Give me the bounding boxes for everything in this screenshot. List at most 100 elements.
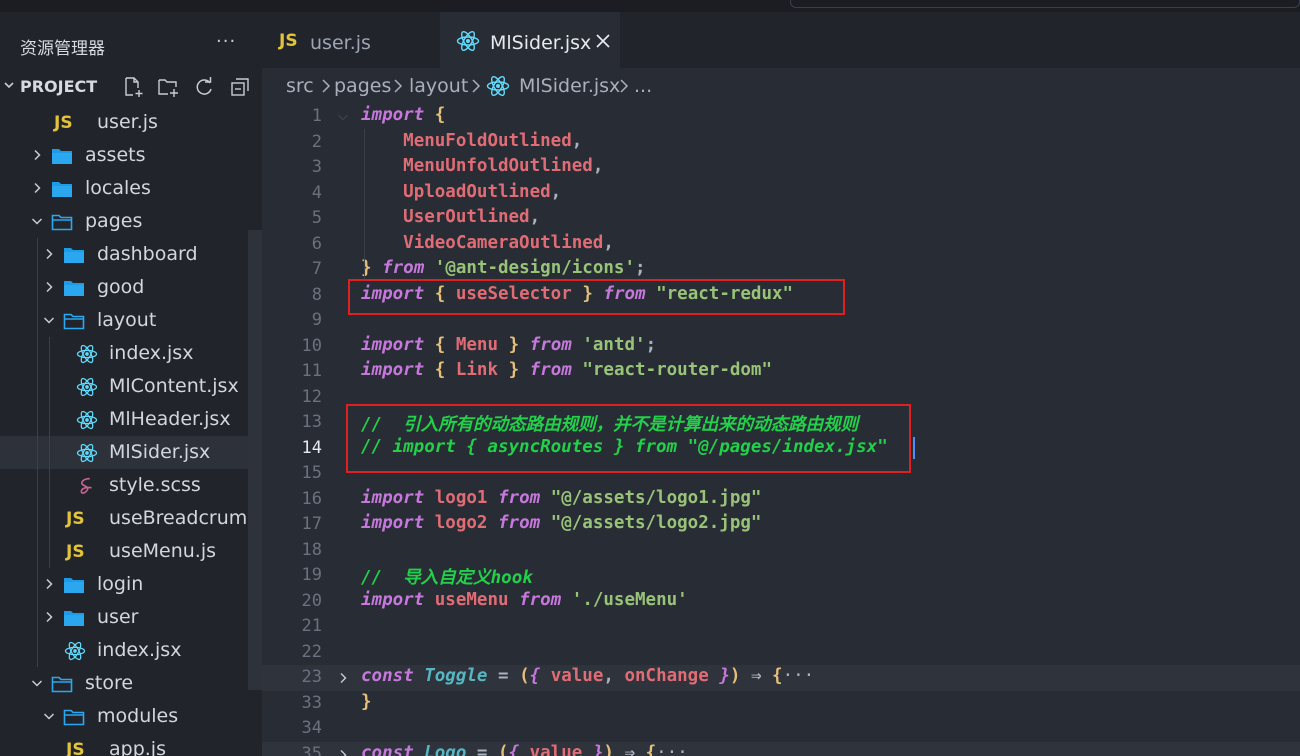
react-icon [64,641,86,661]
chevron-right-icon [46,578,53,590]
code-token: MenuUnfoldOutlined [403,156,593,176]
breadcrumb-item[interactable]: layout [409,75,468,97]
code-token: 'antd' [582,334,646,355]
react-icon [456,30,480,52]
code-line: 21 [262,614,1300,640]
folder-icon [63,245,85,265]
explorer-sidebar: 资源管理器 ··· PROJECT JS user.js assets locales… [0,12,262,756]
collapse-all-icon[interactable] [229,76,251,98]
js-icon: JS [279,31,298,51]
tree-item-label: user [97,606,139,628]
tree-item-label: layout [97,309,157,331]
chevron-right-icon [34,149,41,161]
new-file-icon[interactable] [122,76,144,98]
code-line: 1 import { [262,104,1300,130]
new-folder-icon[interactable] [157,76,179,98]
tree-item-file-index-jsx[interactable]: index.jsx [0,634,262,667]
tree-item-file-mlheader-jsx[interactable]: MlHeader.jsx [0,403,262,436]
fold-expand-icon[interactable] [337,749,349,756]
code-line: 2 MenuFoldOutlined, [262,130,1300,156]
line-number: 7 [311,259,322,279]
tree-item-folder-pages[interactable]: pages [0,205,262,238]
tree-item-folder-modules[interactable]: modules [0,700,262,733]
tab-mlsider-jsx[interactable]: MlSider.jsx [440,12,620,68]
more-actions-button[interactable]: ··· [216,31,236,52]
code-line: 3 MenuUnfoldOutlined, [262,155,1300,181]
breadcrumb-item[interactable]: pages [334,75,391,97]
code-token: ) [603,742,614,756]
folder-icon [63,575,85,595]
refresh-icon[interactable] [193,76,215,98]
code-token: MenuFoldOutlined [403,130,572,151]
tree-item-folder-good[interactable]: good [0,271,262,304]
tree-item-folder-store[interactable]: store [0,667,262,700]
tree-item-label: pages [85,210,143,232]
close-icon[interactable] [594,32,612,50]
tree-item-label: app.js [109,738,166,756]
code-line: 20 import useMenu from './useMenu' [262,589,1300,615]
code-text: import logo1 from "@/assets/logo1.jpg" [361,488,761,508]
fold-collapse-icon[interactable] [337,111,349,123]
tree-item-file-usemenu-js[interactable]: JS useMenu.js [0,535,262,568]
code-token: logo2 [434,513,488,533]
breadcrumb-ellipsis[interactable]: ... [634,75,652,97]
project-section-header[interactable]: PROJECT [0,73,262,101]
tree-item-folder-layout[interactable]: layout [0,304,262,337]
tree-item-folder-user[interactable]: user [0,601,262,634]
line-number: 11 [301,361,322,381]
code-token: , [592,156,604,176]
code-text: } [361,692,372,712]
code-text: VideoCameraOutlined, [361,233,614,253]
code-token: // 导入自定义hook [361,568,533,588]
code-token: } [508,334,520,355]
project-label: PROJECT [20,77,98,96]
folder-icon [51,146,73,166]
fold-expand-icon[interactable] [337,672,349,684]
code-editor[interactable]: 1 import {2 MenuFoldOutlined, 3 MenuUnfold… [262,104,1300,756]
code-token: { [508,742,520,756]
tree-item-file-usebreadcrumb-js[interactable]: JS useBreadcrumb.js [0,502,262,535]
line-number: 9 [311,310,322,330]
chevron-right-icon [322,79,331,93]
tree-item-file-user-js[interactable]: JS user.js [0,106,262,139]
line-number: 10 [301,335,322,356]
tree-item-label: index.jsx [109,342,194,364]
tree-item-file-style-scss[interactable]: style.scss [0,469,262,502]
command-center[interactable] [790,0,1300,8]
tree-item-file-app-js[interactable]: JS app.js [0,733,262,756]
folder-icon [63,608,85,628]
breadcrumb-item[interactable]: src [286,75,314,97]
tree-item-folder-assets[interactable]: assets [0,139,262,172]
tree-item-folder-locales[interactable]: locales [0,172,262,205]
tree-item-file-index-jsx[interactable]: index.jsx [0,337,262,370]
code-token: import [361,589,425,610]
sidebar-scrollbar[interactable] [248,230,262,690]
tab-user-js[interactable]: JS user.js [262,12,440,68]
code-line: 19 // 导入自定义hook [262,563,1300,589]
code-token: ; [645,334,657,355]
line-number: 34 [301,718,322,738]
code-line: 10 import { Menu } from 'antd'; [262,334,1300,360]
code-token: { [772,666,783,686]
tree-item-folder-dashboard[interactable]: dashboard [0,238,262,271]
code-token: ⇒ [613,742,646,756]
tree-item-file-mlsider-jsx[interactable]: MlSider.jsx [0,436,262,469]
folder-open-icon [63,311,85,331]
code-token: , [529,207,541,227]
code-token: ⇒ [740,666,773,686]
tree-item-label: index.jsx [97,639,182,661]
breadcrumb-item[interactable]: MlSider.jsx [519,75,620,97]
tree-item-file-mlcontent-jsx[interactable]: MlContent.jsx [0,370,262,403]
tree-item-label: assets [85,144,146,166]
highlight-box-comments [346,404,911,473]
code-text: import logo2 from "@/assets/logo2.jpg" [361,513,761,533]
tree-item-folder-login[interactable]: login [0,568,262,601]
